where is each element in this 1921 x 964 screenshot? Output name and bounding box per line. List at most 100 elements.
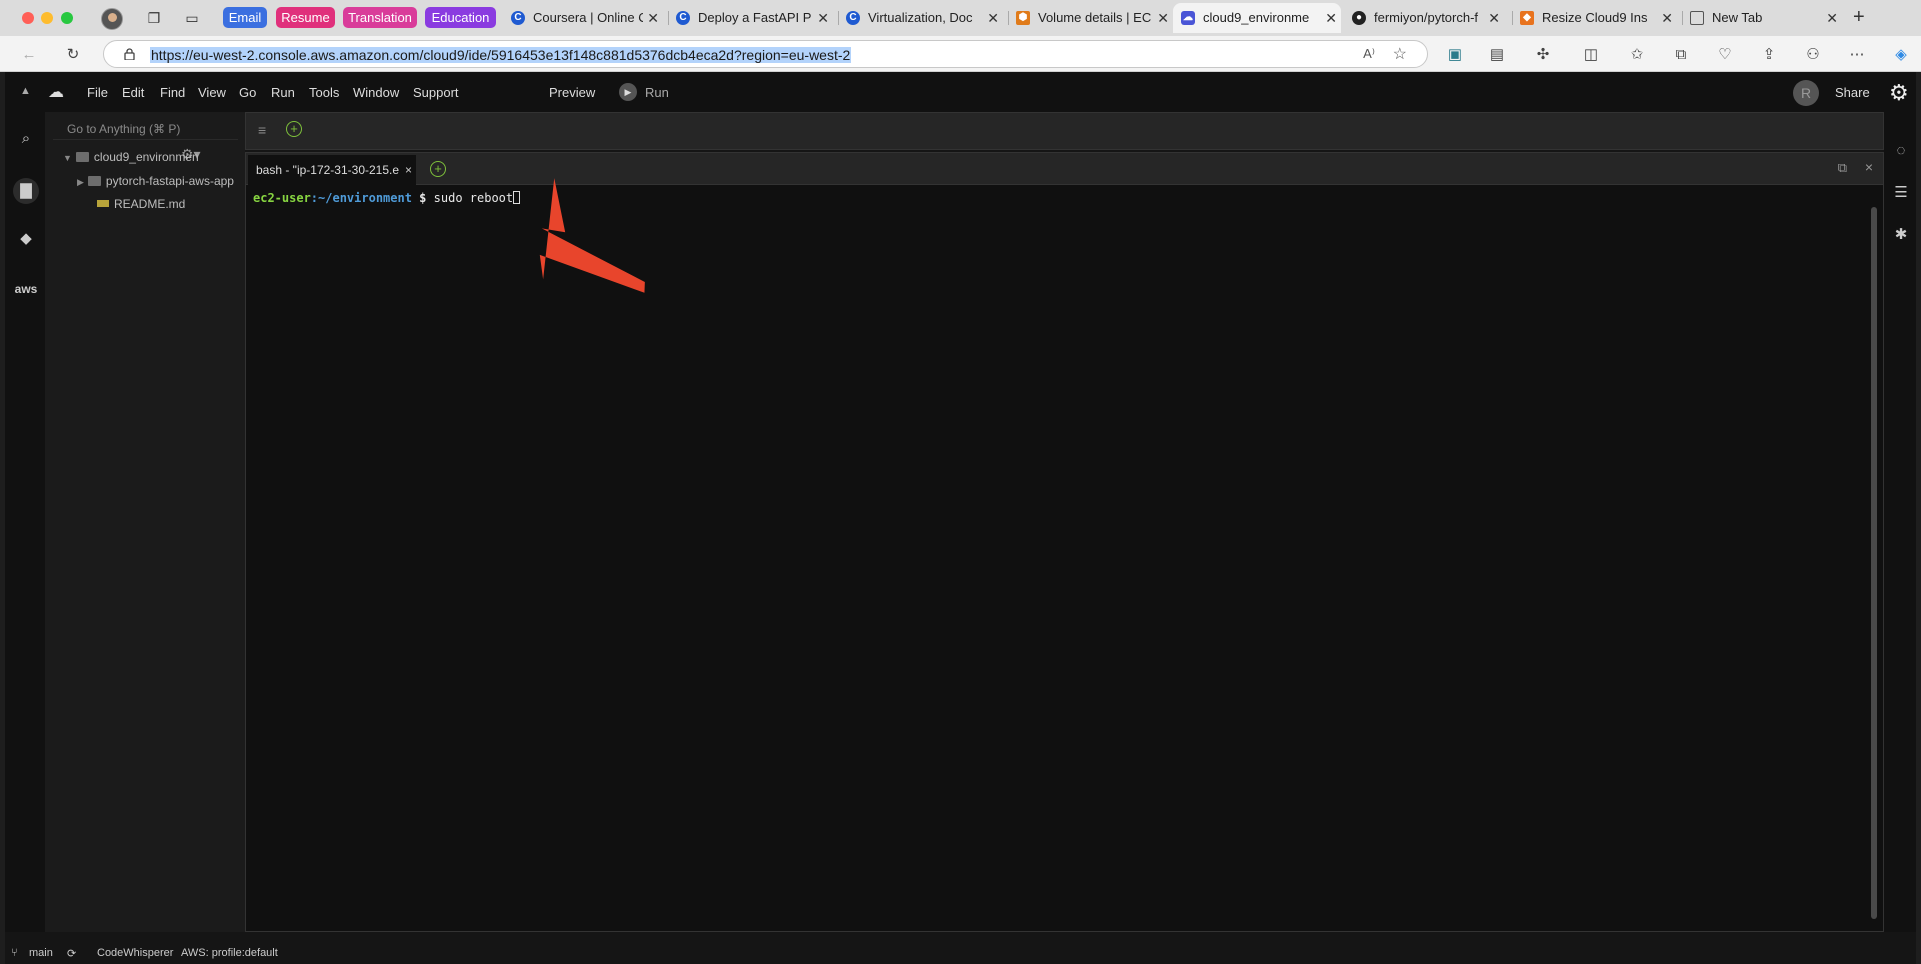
- window-maximize-button[interactable]: [61, 12, 73, 24]
- browser-tab[interactable]: C Coursera | Online C ✕: [503, 3, 663, 33]
- debugger-icon[interactable]: ✱: [1892, 226, 1910, 244]
- menu-run[interactable]: Run: [271, 85, 295, 100]
- terminal-command: sudo reboot: [433, 191, 514, 205]
- close-terminal-tab-icon[interactable]: ×: [405, 155, 412, 185]
- tree-item-label: pytorch-fastapi-aws-app: [105, 174, 234, 188]
- close-tab-icon[interactable]: ✕: [817, 3, 829, 33]
- cloud9-logo-icon[interactable]: ☁: [48, 82, 64, 102]
- add-tab-plus-icon[interactable]: +: [286, 121, 302, 137]
- left-sidebar-rail: ⌕ ▇ ◆ aws: [5, 112, 45, 932]
- more-menu-icon[interactable]: ⋯: [1848, 46, 1866, 64]
- collections-icon[interactable]: ⧉: [1672, 46, 1690, 64]
- close-tab-icon[interactable]: ✕: [1661, 3, 1673, 33]
- share-icon[interactable]: ⇪: [1760, 46, 1778, 64]
- menu-find[interactable]: Find: [160, 85, 185, 100]
- source-control-icon[interactable]: ◆: [17, 230, 35, 248]
- profile-avatar-icon[interactable]: [101, 8, 123, 30]
- close-tab-icon[interactable]: ✕: [1157, 3, 1169, 33]
- split-screen-icon[interactable]: ◫: [1582, 46, 1600, 64]
- favorites-icon[interactable]: ✩: [1628, 46, 1646, 64]
- aws-cube-icon: ◆: [1520, 11, 1534, 25]
- tab-group-education[interactable]: Education: [425, 7, 496, 28]
- reading-view-icon[interactable]: ▤: [1488, 46, 1506, 64]
- git-branch-icon: ⑂: [11, 947, 18, 959]
- terminal-output[interactable]: ec2-user:~/environment $ sudo reboot: [253, 191, 521, 205]
- workspaces-icon[interactable]: ❐: [146, 10, 162, 26]
- tab-group-email[interactable]: Email: [223, 7, 267, 28]
- sync-icon[interactable]: ⟳: [67, 947, 76, 960]
- close-tab-icon[interactable]: ✕: [647, 3, 659, 33]
- window-close-button[interactable]: [22, 12, 34, 24]
- browser-tab[interactable]: C Deploy a FastAPI P ✕: [668, 3, 833, 33]
- close-tab-icon[interactable]: ✕: [987, 3, 999, 33]
- aws-profile-status[interactable]: AWS: profile:default: [181, 947, 278, 959]
- close-tab-icon[interactable]: ✕: [1826, 3, 1838, 33]
- status-bar: ⑂ main ⟳ CodeWhisperer AWS: profile:defa…: [5, 944, 1916, 964]
- search-icon[interactable]: ⌕: [17, 130, 35, 148]
- terminal-tab-bar: bash - "ip-172-31-30-215.e × + ⧉ ×: [246, 153, 1883, 185]
- browser-tab-title: fermiyon/pytorch-f: [1374, 10, 1479, 25]
- run-play-icon[interactable]: ▶: [619, 83, 637, 101]
- performance-icon[interactable]: ⚇: [1804, 46, 1822, 64]
- browser-tab[interactable]: New Tab ✕: [1682, 3, 1842, 33]
- back-arrow-icon[interactable]: ←: [20, 46, 38, 64]
- environment-files-icon[interactable]: ▇: [13, 178, 39, 204]
- close-tab-icon[interactable]: ✕: [1488, 3, 1500, 33]
- menu-view[interactable]: View: [198, 85, 226, 100]
- menu-window[interactable]: Window: [353, 85, 399, 100]
- browser-essentials-icon[interactable]: ♡: [1716, 46, 1734, 64]
- maximize-panel-icon[interactable]: ⧉: [1838, 160, 1847, 176]
- close-tab-icon[interactable]: ✕: [1325, 3, 1337, 33]
- menu-tools[interactable]: Tools: [309, 85, 339, 100]
- run-button[interactable]: Run: [645, 85, 669, 100]
- collaborate-icon[interactable]: ◌: [1892, 142, 1910, 160]
- folder-icon: [87, 176, 101, 186]
- user-avatar[interactable]: R: [1793, 80, 1819, 106]
- settings-gear-icon[interactable]: ⚙: [1889, 80, 1909, 106]
- cloud9-icon: ☁: [1181, 11, 1195, 25]
- tree-file-item[interactable]: README.md: [97, 197, 185, 211]
- browser-tab[interactable]: ● fermiyon/pytorch-f ✕: [1344, 3, 1504, 33]
- tree-folder-item[interactable]: ▶ pytorch-fastapi-aws-app: [77, 174, 245, 188]
- browser-tab-active[interactable]: ☁ cloud9_environme ✕: [1173, 3, 1341, 33]
- terminal-tab[interactable]: bash - "ip-172-31-30-215.e ×: [248, 155, 416, 185]
- new-tab-plus-icon[interactable]: +: [1853, 6, 1865, 29]
- browser-tab[interactable]: ⬢ Volume details | EC ✕: [1008, 3, 1173, 33]
- outline-icon[interactable]: ☰: [1892, 184, 1910, 202]
- lock-icon: [124, 48, 135, 60]
- git-branch-label[interactable]: main: [29, 947, 53, 959]
- browser-tab[interactable]: C Virtualization, Doc ✕: [838, 3, 1003, 33]
- extensions-puzzle-icon[interactable]: ✣: [1534, 46, 1552, 64]
- terminal-panel: bash - "ip-172-31-30-215.e × + ⧉ × ec2-u…: [245, 152, 1884, 932]
- favorite-star-icon[interactable]: ☆: [1393, 44, 1407, 64]
- read-aloud-icon[interactable]: A⁾: [1363, 46, 1375, 62]
- terminal-scrollbar[interactable]: [1871, 207, 1877, 919]
- tree-root-folder[interactable]: ▼ cloud9_environmen: [63, 150, 199, 164]
- markdown-file-icon: [97, 200, 109, 207]
- prompt-user: ec2-user: [253, 191, 311, 205]
- copilot-icon[interactable]: ◈: [1892, 46, 1910, 64]
- menu-support[interactable]: Support: [413, 85, 459, 100]
- vertical-tabs-icon[interactable]: ▭: [184, 10, 200, 26]
- preview-button[interactable]: Preview: [549, 85, 595, 100]
- add-terminal-plus-icon[interactable]: +: [430, 161, 446, 177]
- browser-tab[interactable]: ◆ Resize Cloud9 Ins ✕: [1512, 3, 1677, 33]
- tab-group-translation[interactable]: Translation: [343, 7, 417, 28]
- go-to-anything-input[interactable]: Go to Anything (⌘ P): [53, 118, 238, 140]
- menu-go[interactable]: Go: [239, 85, 256, 100]
- window-minimize-button[interactable]: [41, 12, 53, 24]
- extension-icon[interactable]: ▣: [1446, 46, 1464, 64]
- terminal-tab-title: bash - "ip-172-31-30-215.e: [256, 163, 400, 177]
- aws-toolkit-icon[interactable]: aws: [12, 280, 40, 298]
- chevron-right-icon: ▶: [77, 177, 84, 187]
- close-panel-icon[interactable]: ×: [1865, 159, 1873, 175]
- share-button[interactable]: Share: [1835, 85, 1870, 100]
- url-field[interactable]: https://eu-west-2.console.aws.amazon.com…: [103, 40, 1428, 68]
- tab-menu-icon[interactable]: ≡: [258, 122, 266, 138]
- tab-group-resume[interactable]: Resume: [276, 7, 335, 28]
- menu-file[interactable]: File: [87, 85, 108, 100]
- codewhisperer-status[interactable]: CodeWhisperer: [97, 947, 173, 959]
- menu-edit[interactable]: Edit: [122, 85, 144, 100]
- collapse-up-icon[interactable]: ▲: [20, 85, 31, 97]
- refresh-icon[interactable]: ↻: [64, 46, 82, 64]
